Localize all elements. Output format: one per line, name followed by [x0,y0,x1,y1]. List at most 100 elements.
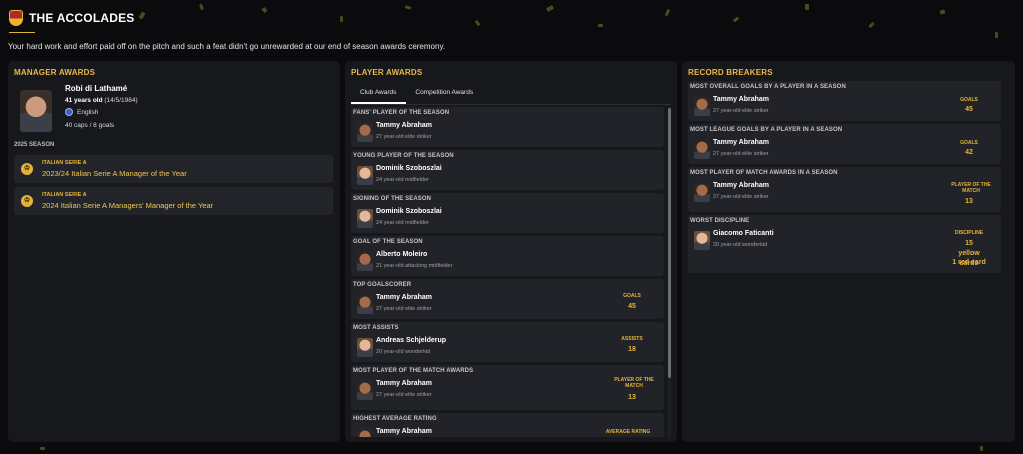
player-description: 27 year-old elite striker [713,194,769,200]
page-subtitle: Your hard work and effort paid off on th… [8,42,446,51]
stat-label: AVERAGE RATING [605,429,651,435]
player-avatar [357,123,373,142]
awards-list[interactable]: FANS' PLAYER OF THE SEASON Tammy Abraham… [351,107,664,437]
stat-label: GOALS [960,140,978,146]
award-tabs: Club Awards Competition Awards [351,85,483,104]
trophy-competition: ITALIAN SERIE A [42,192,87,198]
player-avatar [694,140,710,159]
award-heading: SIGNING OF THE SEASON [353,196,432,202]
player-avatar [357,338,373,357]
season-label: 2025 SEASON [14,142,55,148]
page-title: THE ACCOLADES [29,11,135,25]
player-avatar [357,166,373,185]
player-name[interactable]: Alberto Moleiro [376,251,427,258]
player-name[interactable]: Tammy Abraham [713,96,769,103]
player-description: 27 year-old elite striker [713,151,769,157]
stat-label: DISCIPLINE [954,230,984,236]
manager-age-years: 41 years old [65,97,103,104]
player-avatar [694,231,710,250]
award-card[interactable]: GOAL OF THE SEASON Alberto Moleiro 21 ye… [351,236,664,276]
trophy-competition: ITALIAN SERIE A [42,160,87,166]
manager-dob: (14/5/1984) [104,97,138,104]
player-avatar [357,252,373,271]
trophy-icon: ♔ [21,163,33,175]
tab-divider [351,104,671,105]
award-card[interactable]: YOUNG PLAYER OF THE SEASON Dominik Szobo… [351,150,664,190]
award-card[interactable]: SIGNING OF THE SEASON Dominik Szoboszlai… [351,193,664,233]
player-description: 24 year-old midfielder [376,220,429,226]
record-heading: MOST PLAYER OF MATCH AWARDS IN A SEASON [690,170,838,176]
award-card[interactable]: FANS' PLAYER OF THE SEASON Tammy Abraham… [351,107,664,147]
stat-value: 13 [628,394,636,401]
manager-caps: 40 caps / 8 goals [65,122,115,129]
player-description: 20 year-old wonderkid [713,242,768,248]
stat-label: PLAYER OF THE MATCH [951,182,991,194]
player-name[interactable]: Dominik Szoboszlai [376,165,442,172]
manager-nationality: English [65,108,98,116]
record-heading: MOST OVERALL GOALS BY A PLAYER IN A SEAS… [690,84,846,90]
title-underline [9,32,35,33]
award-heading: GOAL OF THE SEASON [353,239,423,245]
trophy-name: 2024 Italian Serie A Managers' Manager o… [42,201,214,210]
player-name[interactable]: Dominik Szoboszlai [376,208,442,215]
manager-name[interactable]: Robi di Lathamé [65,84,127,93]
manager-age: 41 years old (14/5/1984) [65,97,138,104]
record-heading: MOST LEAGUE GOALS BY A PLAYER IN A SEASO… [690,127,843,133]
award-heading: YOUNG PLAYER OF THE SEASON [353,153,454,159]
stat-label: ASSISTS [621,336,643,342]
stat-value: 45 [628,303,636,310]
award-heading: MOST ASSISTS [353,325,399,331]
player-description: 27 year-old elite striker [376,134,432,140]
award-card[interactable]: MOST PLAYER OF THE MATCH AWARDS Tammy Ab… [351,365,664,410]
stat-label: GOALS [623,293,641,299]
page-header: THE ACCOLADES [9,10,135,33]
manager-awards-panel: MANAGER AWARDS [8,61,340,442]
player-name[interactable]: Tammy Abraham [713,182,769,189]
stat-value: 13 [965,198,973,205]
stat-value: 45 [965,106,973,113]
player-awards-panel: PLAYER AWARDS Club Awards Competition Aw… [345,61,677,442]
manager-nationality-label: English [77,108,99,116]
award-card[interactable]: HIGHEST AVERAGE RATING Tammy Abraham AVE… [351,413,664,437]
tab-competition-awards[interactable]: Competition Awards [406,85,483,104]
record-heading: WORST DISCIPLINE [690,218,750,224]
player-name[interactable]: Tammy Abraham [376,122,432,129]
trophy-card[interactable]: ♔ ITALIAN SERIE A 2023/24 Italian Serie … [14,155,333,183]
player-name[interactable]: Giacomo Faticanti [713,230,774,237]
panel-title: MANAGER AWARDS [14,68,96,77]
manager-avatar[interactable] [20,90,52,132]
player-description: 27 year-old elite striker [713,108,769,114]
trophy-name: 2023/24 Italian Serie A Manager of the Y… [42,169,187,178]
player-avatar [694,183,710,202]
player-avatar [694,97,710,116]
player-name[interactable]: Tammy Abraham [376,428,432,435]
stat-label: PLAYER OF THE MATCH [614,377,654,389]
trophy-icon: ♔ [21,195,33,207]
panel-title: PLAYER AWARDS [351,68,423,77]
award-heading: HIGHEST AVERAGE RATING [353,416,437,422]
record-card[interactable]: MOST LEAGUE GOALS BY A PLAYER IN A SEASO… [688,124,1001,164]
record-card[interactable]: MOST PLAYER OF MATCH AWARDS IN A SEASON … [688,167,1001,212]
award-heading: TOP GOALSCORER [353,282,412,288]
player-name[interactable]: Tammy Abraham [376,294,432,301]
record-card[interactable]: WORST DISCIPLINE Giacomo Faticanti 20 ye… [688,215,1001,273]
player-description: 27 year-old elite striker [376,392,432,398]
player-name[interactable]: Tammy Abraham [376,380,432,387]
player-description: 27 year-old elite striker [376,306,432,312]
award-heading: FANS' PLAYER OF THE SEASON [353,110,450,116]
player-avatar [357,429,373,437]
player-name[interactable]: Andreas Schjelderup [376,337,446,344]
stat-label: GOALS [960,97,978,103]
trophy-card[interactable]: ♔ ITALIAN SERIE A 2024 Italian Serie A M… [14,187,333,215]
award-card[interactable]: MOST ASSISTS Andreas Schjelderup 20 year… [351,322,664,362]
record-breakers-panel: RECORD BREAKERS MOST OVERALL GOALS BY A … [682,61,1015,442]
award-card[interactable]: TOP GOALSCORER Tammy Abraham 27 year-old… [351,279,664,319]
player-avatar [357,381,373,400]
record-card[interactable]: MOST OVERALL GOALS BY A PLAYER IN A SEAS… [688,81,1001,121]
player-name[interactable]: Tammy Abraham [713,139,769,146]
tab-club-awards[interactable]: Club Awards [351,85,407,104]
panel-title: RECORD BREAKERS [688,68,773,77]
award-heading: MOST PLAYER OF THE MATCH AWARDS [353,368,474,374]
player-avatar [357,295,373,314]
awards-scrollbar-thumb[interactable] [668,108,671,378]
